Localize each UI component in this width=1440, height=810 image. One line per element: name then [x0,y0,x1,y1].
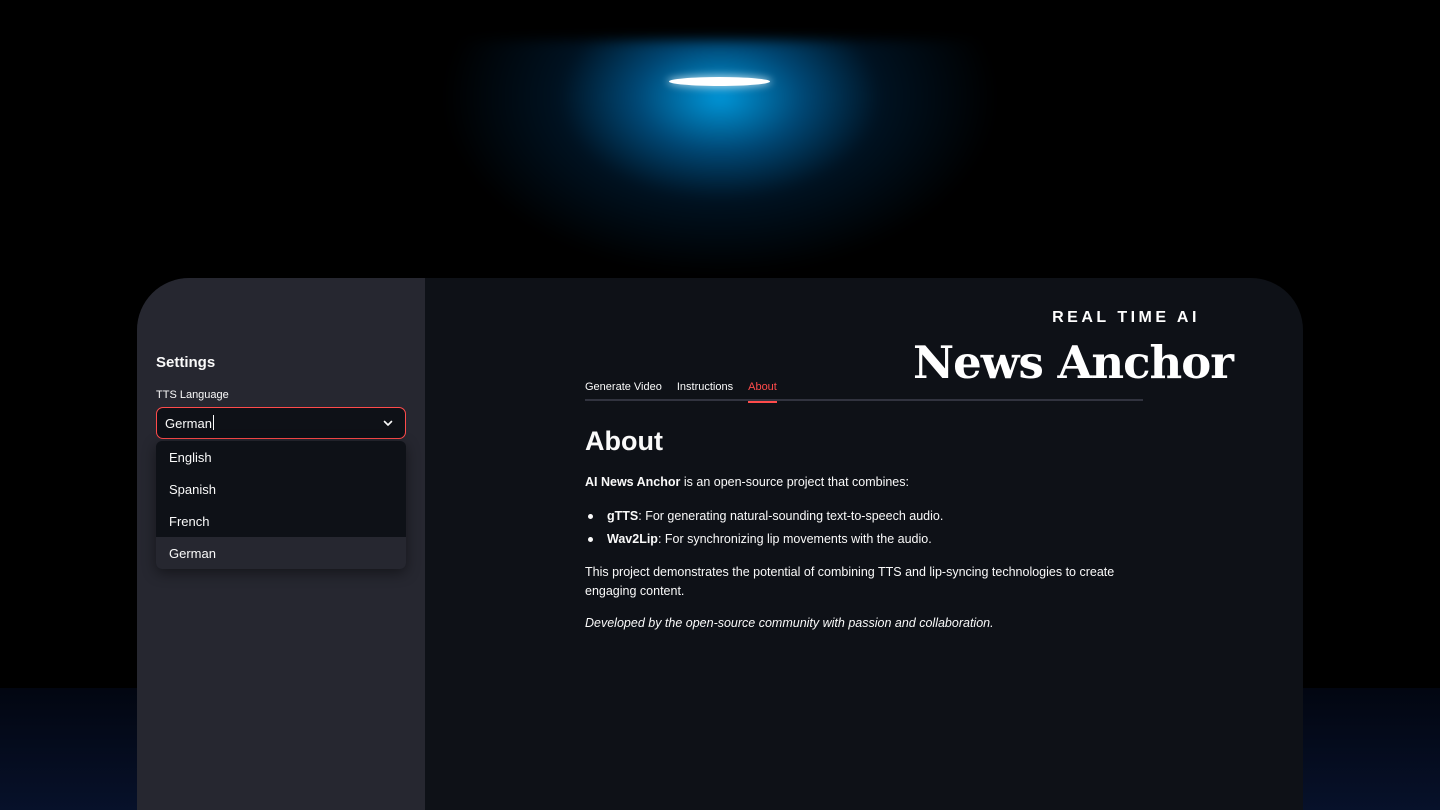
dropdown-option-spanish[interactable]: Spanish [156,473,406,505]
tab-about[interactable]: About [748,372,777,403]
sidebar: Settings TTS Language German English Spa… [137,278,425,810]
tts-language-select[interactable]: German [156,407,406,439]
dropdown-option-english[interactable]: English [156,441,406,473]
tts-language-label: TTS Language [156,389,229,401]
item-name: Wav2Lip [607,532,658,546]
tts-language-input[interactable]: German [165,415,381,431]
app-window: Settings TTS Language German English Spa… [137,278,1303,810]
intro-project-name: AI News Anchor [585,475,681,489]
spotlight-lamp [669,77,770,86]
dropdown-option-german[interactable]: German [156,537,406,569]
brand-kicker: REAL TIME AI [1052,309,1200,326]
item-name: gTTS [607,509,639,523]
tab-bar: Generate Video Instructions About [585,372,1143,403]
about-heading: About [585,426,663,456]
component-list: gTTS: For generating natural-sounding te… [585,505,1165,551]
intro-text: is an open-source project that combines: [680,475,909,489]
item-description: : For synchronizing lip movements with t… [657,532,932,546]
about-intro: AI News Anchor is an open-source project… [585,473,1165,492]
language-dropdown: English Spanish French German [156,441,406,569]
tab-instructions[interactable]: Instructions [677,372,733,401]
chevron-down-icon[interactable] [381,416,395,430]
item-description: : For generating natural-sounding text-t… [638,509,944,523]
about-summary: This project demonstrates the potential … [585,565,1115,598]
list-item: gTTS: For generating natural-sounding te… [585,505,1165,528]
about-credit: Developed by the open-source community w… [585,616,994,630]
sidebar-title: Settings [156,354,216,371]
list-item: Wav2Lip: For synchronizing lip movements… [585,528,1165,551]
about-section: About AI News Anchor is an open-source p… [585,426,1165,646]
main-content: REAL TIME AI News Anchor Generate Video … [425,278,1303,810]
dropdown-option-french[interactable]: French [156,505,406,537]
tab-generate-video[interactable]: Generate Video [585,372,662,401]
